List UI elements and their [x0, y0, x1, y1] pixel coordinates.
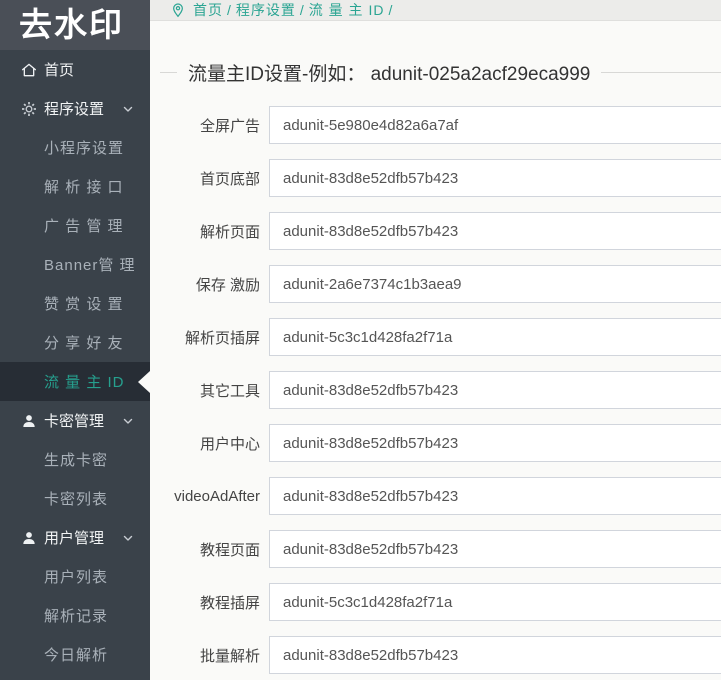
sidebar-item-label: 程序设置 — [44, 101, 105, 118]
breadcrumb: 首页 / 程序设置 / 流 量 主 ID / — [150, 0, 721, 21]
form-row-label: 保存 激励 — [195, 276, 260, 294]
form-row: 教程页面 — [150, 530, 721, 568]
sidebar-item-user-management[interactable]: 用户管理 — [0, 518, 150, 557]
adunit-input-7[interactable] — [269, 477, 721, 515]
sidebar-item-label: Banner管 理 — [44, 257, 136, 274]
sidebar-item-label: 卡密列表 — [44, 491, 109, 508]
adunit-input-8[interactable] — [269, 530, 721, 568]
adunit-input-4[interactable] — [269, 318, 721, 356]
home-icon — [20, 61, 37, 78]
breadcrumb-separator: / — [227, 2, 232, 18]
sidebar-item-label: 首页 — [44, 62, 75, 79]
sidebar-item-label: 流 量 主 ID — [44, 374, 125, 391]
title-divider — [601, 72, 721, 73]
sidebar-item-label: 今日解析 — [44, 647, 109, 664]
form-row-label: 首页底部 — [199, 170, 260, 188]
sidebar-menu: 首页 程序设置 小程序设置 解 析 接 口 广 告 管 理 Banner管 理 … — [0, 50, 150, 680]
breadcrumb-separator: / — [299, 2, 305, 18]
app-logo: 去水印 — [0, 0, 150, 50]
sidebar-item-generate-card[interactable]: 生成卡密 — [0, 440, 150, 479]
adunit-form: 全屏广告 首页底部 解析页面 保存 激励 解析页插屏 其它工具 用户中心 vid… — [150, 106, 721, 680]
form-row: 保存 激励 — [150, 265, 721, 303]
form-row-label: 解析页面 — [199, 223, 260, 241]
adunit-input-9[interactable] — [269, 583, 721, 621]
adunit-input-2[interactable] — [269, 212, 721, 250]
sidebar-item-label: 解析记录 — [44, 608, 109, 625]
sidebar-item-label: 生成卡密 — [44, 452, 109, 469]
user-icon — [20, 412, 37, 429]
form-row: 教程插屏 — [150, 583, 721, 621]
chevron-down-icon — [121, 102, 135, 116]
form-row: 全屏广告 — [150, 106, 721, 144]
form-row-label: 其它工具 — [199, 382, 260, 400]
form-row: 其它工具 — [150, 371, 721, 409]
sidebar-item-parse-api[interactable]: 解 析 接 口 — [0, 167, 150, 206]
chevron-down-icon — [121, 414, 135, 428]
sidebar-item-program-settings[interactable]: 程序设置 — [0, 89, 150, 128]
sidebar-item-traffic-id[interactable]: 流 量 主 ID — [0, 362, 150, 401]
form-row-label: 教程页面 — [199, 541, 260, 559]
form-row: 解析页面 — [150, 212, 721, 250]
form-row: videoAdAfter — [150, 477, 721, 515]
form-row: 批量解析 — [150, 636, 721, 674]
sidebar-item-card-management[interactable]: 卡密管理 — [0, 401, 150, 440]
form-row: 首页底部 — [150, 159, 721, 197]
sidebar-item-user-list[interactable]: 用户列表 — [0, 557, 150, 596]
sidebar-item-label: 卡密管理 — [44, 413, 105, 430]
sidebar-item-label: 小程序设置 — [44, 140, 125, 157]
adunit-input-6[interactable] — [269, 424, 721, 462]
page-title-row: 流量主ID设置-例如： adunit-025a2acf29eca999 — [150, 61, 721, 85]
adunit-input-0[interactable] — [269, 106, 721, 144]
sidebar-item-home[interactable]: 首页 — [0, 50, 150, 89]
sidebar-item-label: 分 享 好 友 — [44, 335, 124, 352]
adunit-input-10[interactable] — [269, 636, 721, 674]
chevron-down-icon — [121, 531, 135, 545]
form-row-label: 教程插屏 — [199, 594, 260, 612]
page-title: 流量主ID设置-例如： adunit-025a2acf29eca999 — [188, 64, 591, 85]
form-row-label: 解析页插屏 — [184, 329, 260, 347]
sidebar-item-reward-settings[interactable]: 赞 赏 设 置 — [0, 284, 150, 323]
sidebar-item-parse-records[interactable]: 解析记录 — [0, 596, 150, 635]
form-row-label: 用户中心 — [199, 435, 260, 453]
location-pin-icon — [170, 2, 186, 18]
sidebar: 去水印 首页 程序设置 小程序设置 解 析 接 口 广 告 管 理 Banner… — [0, 0, 150, 680]
form-row: 解析页插屏 — [150, 318, 721, 356]
sidebar-item-today-parses[interactable]: 今日解析 — [0, 635, 150, 674]
sidebar-item-miniprogram-settings[interactable]: 小程序设置 — [0, 128, 150, 167]
sidebar-item-label: 用户列表 — [44, 569, 109, 586]
form-row-label: 全屏广告 — [199, 117, 260, 135]
breadcrumb-separator: / — [388, 2, 394, 18]
sidebar-item-banner-management[interactable]: Banner管 理 — [0, 245, 150, 284]
sidebar-item-share-friends[interactable]: 分 享 好 友 — [0, 323, 150, 362]
sidebar-item-card-list[interactable]: 卡密列表 — [0, 479, 150, 518]
breadcrumb-item[interactable]: 首页 — [193, 0, 223, 20]
sidebar-item-label: 解 析 接 口 — [44, 179, 124, 196]
breadcrumb-item[interactable]: 流 量 主 ID — [309, 0, 385, 20]
breadcrumb-item[interactable]: 程序设置 — [236, 0, 296, 20]
sidebar-item-label: 赞 赏 设 置 — [44, 296, 124, 313]
sidebar-item-ad-management[interactable]: 广 告 管 理 — [0, 206, 150, 245]
sidebar-item-label: 广 告 管 理 — [44, 218, 124, 235]
adunit-input-5[interactable] — [269, 371, 721, 409]
form-row: 用户中心 — [150, 424, 721, 462]
form-row-label: 批量解析 — [199, 647, 260, 665]
title-divider — [160, 72, 177, 73]
adunit-input-1[interactable] — [269, 159, 721, 197]
main-content: 首页 / 程序设置 / 流 量 主 ID / 流量主ID设置-例如： adunit-025… — [150, 0, 721, 680]
form-row-label: videoAdAfter — [174, 487, 260, 505]
sidebar-item-label: 用户管理 — [44, 530, 105, 547]
gear-icon — [20, 100, 37, 117]
adunit-input-3[interactable] — [269, 265, 721, 303]
user-icon — [20, 529, 37, 546]
